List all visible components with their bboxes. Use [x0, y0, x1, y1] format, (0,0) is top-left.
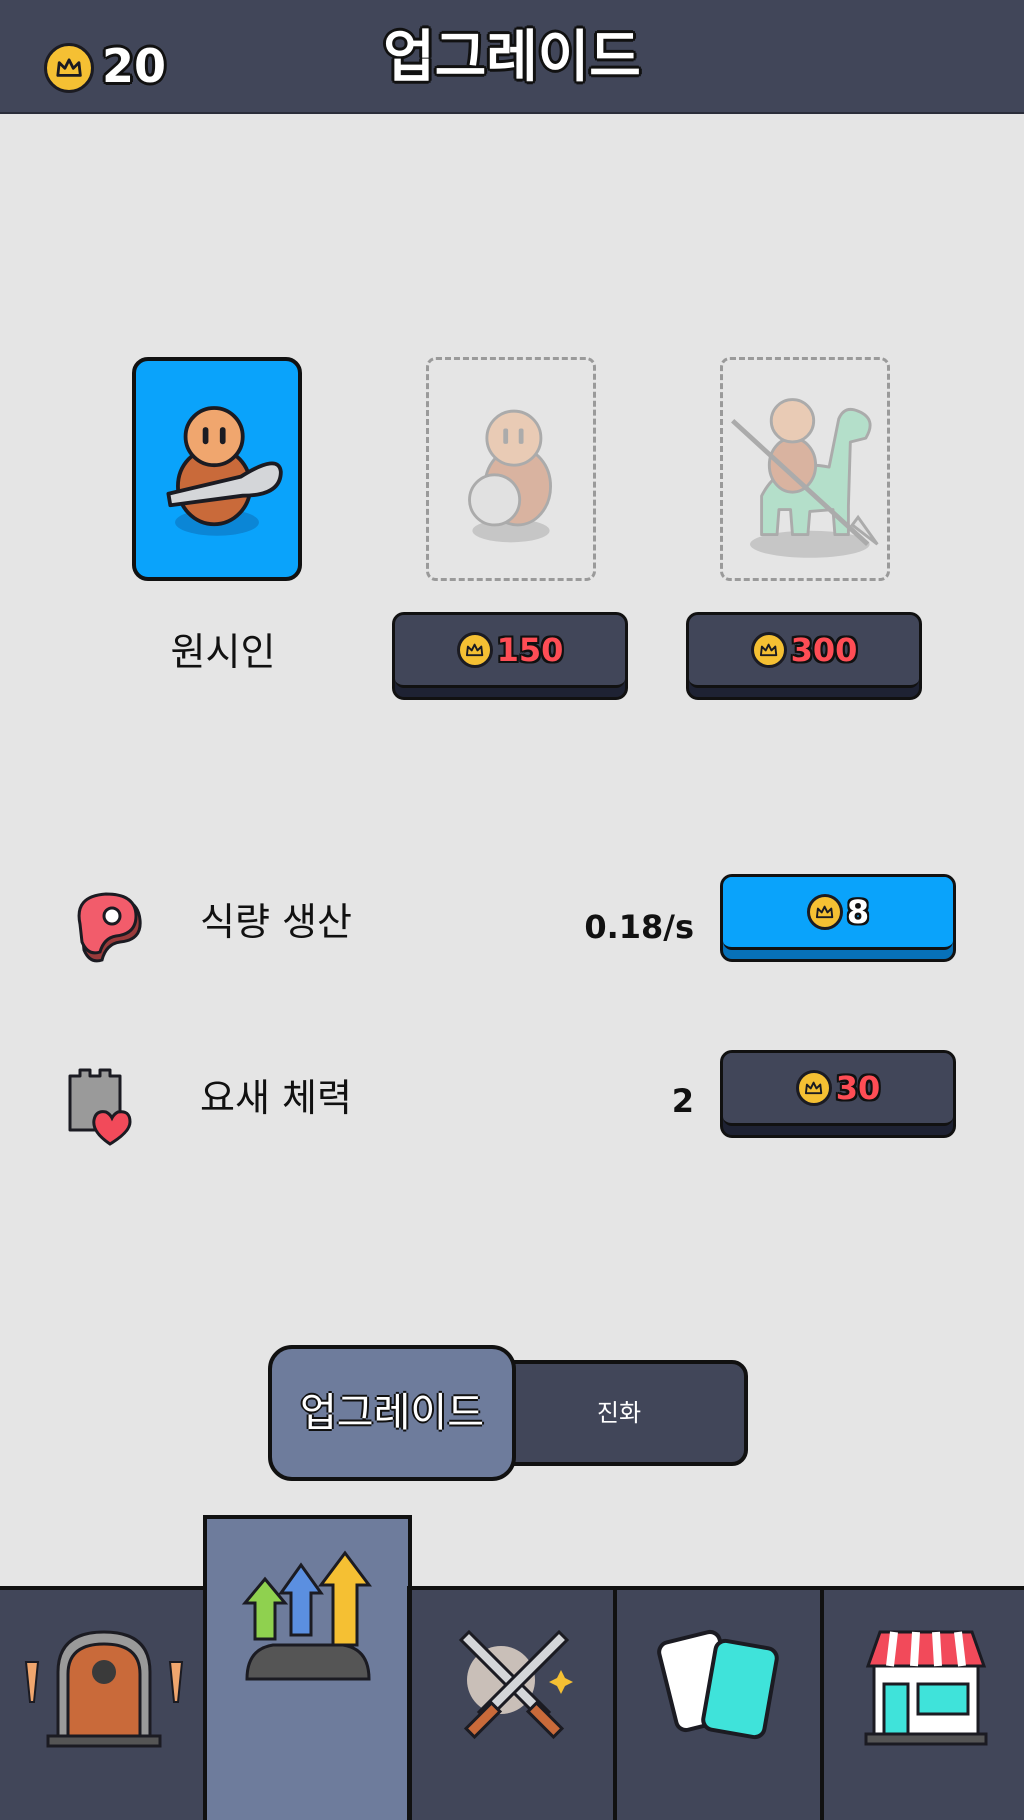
- crown-coin-icon: [44, 43, 94, 93]
- unit-name: 원시인: [170, 630, 276, 674]
- nav-shop[interactable]: [820, 1586, 1024, 1820]
- unlock-unit-button[interactable]: 300: [686, 612, 922, 700]
- castle-heart-icon: [68, 1068, 132, 1146]
- stat-label: 요새 체력: [200, 1076, 352, 1120]
- upgrade-fortress-button[interactable]: 30: [720, 1050, 956, 1138]
- tab-label: 진화: [596, 1399, 642, 1427]
- coin-count: 20: [102, 39, 167, 93]
- unlock-unit-button[interactable]: 150: [392, 612, 628, 700]
- shop-icon: [864, 1630, 988, 1746]
- nav-upgrade[interactable]: [203, 1515, 412, 1820]
- tab-evolution[interactable]: 진화: [490, 1360, 748, 1466]
- stat-value: 0.18/s: [584, 908, 694, 946]
- price-label: 150: [496, 631, 564, 669]
- crown-coin-icon: [795, 1070, 832, 1106]
- crown-coin-icon: [750, 632, 787, 668]
- tab-label: 업그레이드: [300, 1390, 484, 1436]
- caveman-club-icon: [166, 406, 283, 536]
- upgrade-food-button[interactable]: 8: [720, 874, 956, 962]
- stat-value: 2: [671, 1082, 694, 1120]
- nav-castle[interactable]: [0, 1586, 205, 1820]
- nav-cards[interactable]: [613, 1586, 820, 1820]
- caveman-shield-icon: [468, 409, 552, 543]
- unit-card-locked[interactable]: [426, 357, 596, 581]
- page-title: 업그레이드: [383, 25, 641, 90]
- price-label: 8: [846, 893, 870, 931]
- unit-card-locked[interactable]: [720, 357, 890, 581]
- crown-coin-icon: [456, 632, 493, 668]
- price-label: 30: [835, 1069, 881, 1107]
- nav-battle[interactable]: [407, 1586, 613, 1820]
- crossed-swords-icon: [458, 1629, 573, 1740]
- unit-card-caveman[interactable]: [132, 357, 302, 581]
- stat-label: 식량 생산: [200, 900, 352, 944]
- top-bar: 20 업그레이드: [0, 0, 1024, 114]
- price-label: 300: [790, 631, 858, 669]
- dino-rider-spear-icon: [731, 398, 879, 558]
- castle-door-icon: [24, 1630, 184, 1748]
- tab-upgrade[interactable]: 업그레이드: [268, 1345, 516, 1481]
- upgrade-arrows-icon: [241, 1550, 372, 1681]
- meat-icon: [77, 892, 142, 963]
- cards-icon: [657, 1629, 779, 1740]
- crown-coin-icon: [806, 894, 843, 930]
